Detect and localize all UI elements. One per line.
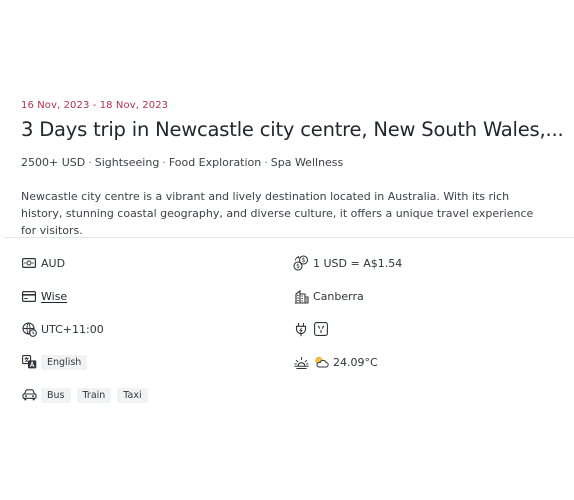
timezone-value: UTC+11:00 — [41, 322, 104, 336]
power-socket-type-i-icon — [313, 321, 329, 337]
exchange-rate-row: $ $ 1 USD = A$1.54 — [293, 254, 402, 272]
currency-row: AUD — [21, 254, 65, 272]
power-row — [293, 320, 333, 338]
transport-chip-train: Train — [76, 387, 112, 403]
timezone-row: UTC+11:00 — [21, 320, 104, 338]
exchange-rate-value: 1 USD = A$1.54 — [313, 256, 403, 270]
partly-cloudy-icon — [313, 354, 329, 370]
payment-link[interactable]: Wise — [41, 290, 67, 303]
weather-row: 24.09°C — [293, 353, 378, 371]
money-bill-icon — [21, 255, 37, 271]
trip-title: 3 Days trip in Newcastle city centre, Ne… — [21, 118, 564, 141]
plug-icon — [293, 321, 309, 337]
translate-icon — [21, 354, 37, 370]
globe-clock-icon — [21, 321, 37, 337]
capital-row: Canberra — [293, 287, 364, 305]
language-chip: English — [41, 354, 88, 370]
capital-value: Canberra — [313, 289, 364, 303]
svg-text:$: $ — [302, 257, 306, 264]
tag-spa: Spa Wellness — [270, 156, 344, 169]
tag-food: Food Exploration — [168, 156, 262, 169]
transport-row: Bus Train Taxi — [21, 386, 154, 404]
trip-dates: 16 Nov, 2023 - 18 Nov, 2023 — [21, 100, 169, 111]
trip-tags: 2500+ USD · Sightseeing · Food Exploration · S… — [21, 156, 344, 169]
tag-sightseeing: Sightseeing — [94, 156, 160, 169]
divider — [4, 237, 574, 238]
trip-description: Newcastle city centre is a vibrant and l… — [21, 190, 534, 237]
currency-exchange-icon: $ $ — [293, 255, 309, 271]
transport-chip-taxi: Taxi — [117, 387, 148, 403]
currency-value: AUD — [41, 256, 66, 270]
tag-budget: 2500+ USD — [21, 156, 86, 169]
transport-chip-bus: Bus — [41, 387, 71, 403]
sun-horizon-icon — [293, 354, 309, 370]
city-buildings-icon — [293, 288, 309, 304]
car-icon — [21, 387, 37, 403]
credit-card-icon — [21, 288, 37, 304]
temperature-value: 24.09°C — [333, 355, 378, 369]
svg-text:$: $ — [296, 263, 300, 270]
language-row: English — [21, 353, 93, 371]
payment-row: Wise — [21, 287, 67, 305]
